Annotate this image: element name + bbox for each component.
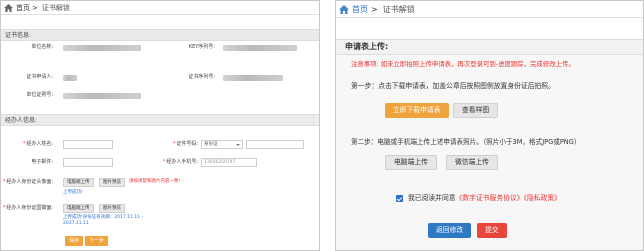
org-name-label: 单位名称: — [31, 44, 53, 50]
key-serial-label: KEY序列号: — [188, 44, 215, 50]
agent-name-input[interactable] — [63, 140, 113, 149]
wechat-upload-button[interactable]: 微信端上传 — [446, 155, 498, 170]
agent-name-label: *经办人姓名: — [22, 141, 53, 147]
key-serial-value — [223, 45, 297, 51]
cert-serial-label: 证书序列号: — [188, 74, 215, 80]
step1-text: 第一步：点击下载申请表，加盖公章后按照图例放置身份证后拍照。 — [351, 82, 555, 90]
agreement-text: 我已阅读并同意《数字证书服务协议》《隐私政策》 — [408, 194, 561, 202]
back-preview-button[interactable]: 图片预览 — [99, 204, 125, 213]
front-success: 上传成功! — [63, 190, 83, 195]
org-license-label: 单位证照号: — [26, 92, 53, 98]
next-step-button[interactable]: 下一步 — [85, 236, 109, 246]
right-panel: 首页 > 证书解锁 申请表上传: 注意事项: 如未立即拍照上传申请表，再次登录可… — [335, 0, 644, 251]
org-license-value — [63, 93, 141, 99]
breadcrumb: 首页 > 证书解锁 — [1, 1, 319, 15]
notice-text: 注意事项: 如未立即拍照上传申请表，再次登录可到-进度跟踪，完成修改上传。 — [351, 60, 575, 68]
home-icon[interactable] — [4, 3, 13, 12]
id-back-label: *经办人身份证国徽面: — [2, 205, 53, 211]
agreement-checkbox[interactable] — [396, 195, 403, 202]
id-number-input[interactable] — [246, 140, 304, 149]
breadcrumb-home[interactable]: 首页 — [16, 1, 30, 15]
section-title: 申请表上传: — [336, 39, 643, 55]
agent-section-title: 经办人信息: — [1, 114, 319, 126]
email-label: 电子邮件: — [31, 159, 53, 165]
upload-form: 注意事项: 如未立即拍照上传申请表，再次登录可到-进度跟踪，完成修改上传。 第一… — [336, 55, 643, 250]
cert-serial-value — [223, 75, 283, 81]
front-hint: 请按清楚和图片内容一致! — [129, 179, 181, 184]
phone-label: *经办人手机号: — [162, 159, 198, 165]
submit-button[interactable]: 提交 — [477, 223, 507, 238]
breadcrumb-separator: > — [371, 4, 378, 14]
breadcrumb-separator: > — [32, 3, 38, 12]
breadcrumb: 首页 > 证书解锁 — [336, 1, 643, 18]
phone-input[interactable]: 13056259747 — [201, 158, 257, 167]
home-icon[interactable] — [339, 4, 349, 14]
cert-applicant-label: 证书申请人: — [26, 74, 53, 80]
step2-text: 第二步：电脑或手机端上传上述申请表照片。（照片小于3M，格式JPG或PNG） — [351, 138, 581, 146]
left-panel: 首页 > 证书解锁 证书信息: 单位名称: KEY序列号: 证书申请人: 证书序… — [0, 0, 320, 251]
front-preview-button[interactable]: 图片预览 — [99, 178, 125, 187]
privacy-policy-link[interactable]: 《隐私政策》 — [524, 194, 561, 202]
save-button[interactable]: 保存 — [65, 236, 84, 246]
front-upload-button[interactable]: 电脑端上传 — [63, 178, 94, 187]
id-front-label: *经办人身份证头像面: — [2, 179, 53, 185]
breadcrumb-current: 证书解锁 — [41, 3, 70, 12]
service-agreement-link[interactable]: 《数字证书服务协议》 — [456, 194, 524, 202]
email-input[interactable] — [63, 158, 113, 167]
breadcrumb-home[interactable]: 首页 — [352, 1, 368, 18]
back-upload-button[interactable]: 电脑端上传 — [63, 204, 94, 213]
cert-section-title: 证书信息: — [1, 29, 319, 41]
view-example-button[interactable]: 查看样图 — [453, 103, 499, 118]
breadcrumb-current: 证书解锁 — [382, 4, 415, 14]
back-modify-button[interactable]: 返回修改 — [428, 223, 472, 238]
id-type-select[interactable]: 身份证 — [201, 140, 243, 149]
org-name-value — [63, 45, 141, 51]
pc-upload-button[interactable]: 电脑端上传 — [385, 155, 437, 170]
back-success: 上传成功!身份证有效期：2017.11.11 - 2037.11.11 — [63, 215, 144, 226]
cert-applicant-value — [63, 75, 77, 81]
id-number-label: *证件号码: — [172, 141, 198, 147]
download-form-button[interactable]: 立即下载申请表 — [385, 103, 449, 118]
